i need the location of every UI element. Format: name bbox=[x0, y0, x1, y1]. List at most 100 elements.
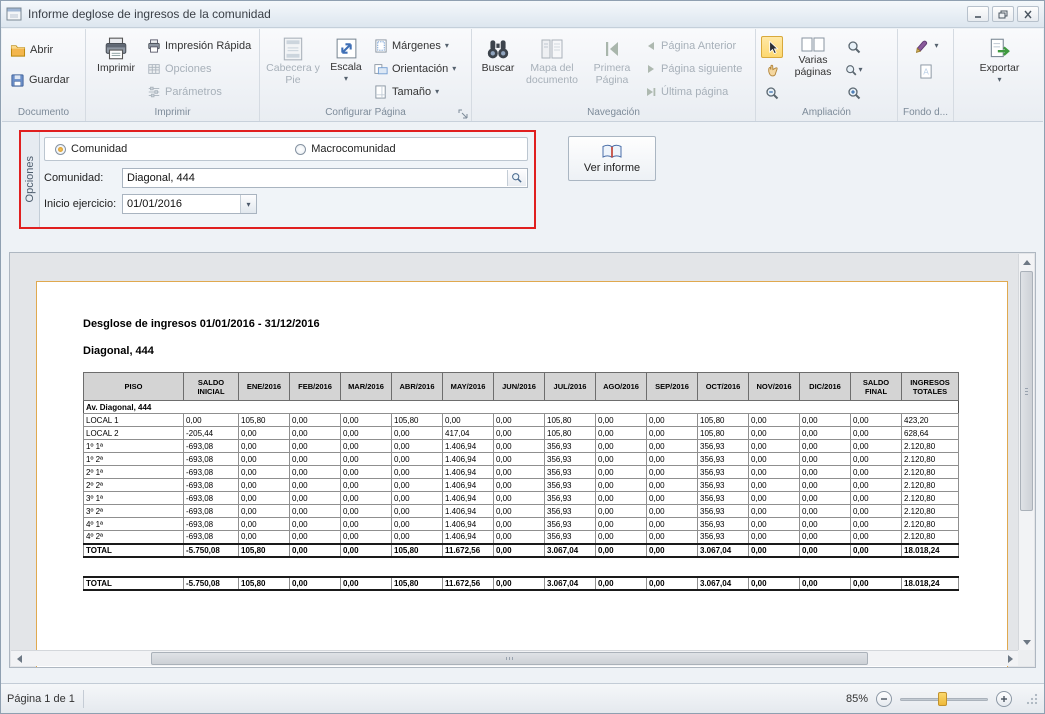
report-cell: 0,00 bbox=[494, 531, 545, 544]
report-cell: 356,93 bbox=[545, 453, 596, 466]
comunidad-lookup-button[interactable] bbox=[507, 170, 526, 186]
scroll-right-button[interactable] bbox=[1002, 651, 1018, 667]
orientation-button[interactable]: Orientación ▾ bbox=[371, 59, 459, 79]
report-cell: 11.672,56 bbox=[443, 544, 494, 557]
combobox-dropdown-button[interactable]: ▾ bbox=[240, 195, 256, 213]
minimize-button[interactable] bbox=[967, 6, 989, 22]
zoom-tool-button[interactable] bbox=[843, 36, 865, 58]
restore-button[interactable] bbox=[992, 6, 1014, 22]
zoom-out-button[interactable] bbox=[761, 82, 783, 104]
scroll-left-button[interactable] bbox=[11, 651, 27, 667]
previous-page-button[interactable]: Página Anterior bbox=[642, 36, 745, 56]
report-row: 3º 2ª-693,080,000,000,000,001.406,940,00… bbox=[84, 505, 959, 518]
report-cell: 356,93 bbox=[545, 466, 596, 479]
zoom-in-button-statusbar[interactable] bbox=[996, 691, 1012, 707]
comunidad-input[interactable]: Diagonal, 444 bbox=[122, 168, 528, 188]
vertical-scroll-thumb[interactable] bbox=[1020, 271, 1033, 511]
report-cell: 0,00 bbox=[647, 531, 698, 544]
ver-informe-button[interactable]: Ver informe bbox=[568, 136, 656, 181]
report-cell: 0,00 bbox=[800, 518, 851, 531]
report-cell: 0,00 bbox=[647, 414, 698, 427]
zoom-in-button[interactable] bbox=[843, 82, 865, 104]
report-cell: SEP/2016 bbox=[647, 373, 698, 401]
report-cell: 0,00 bbox=[647, 577, 698, 590]
report-cell: 0,00 bbox=[749, 427, 800, 440]
horizontal-scroll-thumb[interactable] bbox=[151, 652, 868, 665]
radio-selected-icon bbox=[55, 144, 66, 155]
quick-print-button[interactable]: Impresión Rápida bbox=[144, 36, 254, 56]
page-background-button[interactable]: ▾ bbox=[911, 36, 941, 56]
quick-print-icon bbox=[147, 39, 161, 53]
report-cell: 0,00 bbox=[239, 505, 290, 518]
binoculars-icon bbox=[485, 36, 511, 62]
multiple-pages-button[interactable]: Varias páginas bbox=[785, 33, 841, 79]
report-cell: 356,93 bbox=[698, 518, 749, 531]
last-page-button[interactable]: Última página bbox=[642, 82, 745, 102]
options-tab[interactable]: Opciones bbox=[21, 132, 40, 227]
inicio-ejercicio-combobox[interactable]: 01/01/2016 ▾ bbox=[122, 194, 257, 214]
scroll-up-button[interactable] bbox=[1019, 254, 1035, 270]
orientation-label: Orientación bbox=[392, 63, 448, 75]
zoom-slider-thumb[interactable] bbox=[938, 692, 947, 706]
report-cell: 105,80 bbox=[239, 414, 290, 427]
report-cell: 356,93 bbox=[698, 466, 749, 479]
report-cell: 0,00 bbox=[596, 518, 647, 531]
report-row: 2º 2ª-693,080,000,000,000,001.406,940,00… bbox=[84, 479, 959, 492]
report-cell: 1.406,94 bbox=[443, 531, 494, 544]
report-cell: 0,00 bbox=[290, 544, 341, 557]
report-cell: 0,00 bbox=[596, 577, 647, 590]
header-footer-button[interactable]: Cabecera y Pie bbox=[265, 33, 321, 87]
report-cell: 0,00 bbox=[800, 466, 851, 479]
minimize-icon bbox=[973, 10, 983, 19]
margins-button[interactable]: Márgenes ▾ bbox=[371, 36, 459, 56]
size-button[interactable]: Tamaño ▾ bbox=[371, 82, 459, 102]
last-page-label: Última página bbox=[661, 86, 728, 98]
horizontal-scrollbar[interactable] bbox=[11, 650, 1018, 666]
scroll-down-button[interactable] bbox=[1019, 634, 1035, 650]
report-cell: 0,00 bbox=[851, 440, 902, 453]
resize-grip[interactable] bbox=[1026, 693, 1038, 705]
report-cell: TOTAL bbox=[84, 544, 184, 557]
report-cell: 356,93 bbox=[698, 492, 749, 505]
close-button[interactable] bbox=[1017, 6, 1039, 22]
scrollbar-corner bbox=[1018, 650, 1034, 666]
report-cell: 0,00 bbox=[800, 577, 851, 590]
zoom-slider[interactable] bbox=[900, 691, 988, 707]
first-page-button[interactable]: Primera Página bbox=[585, 33, 639, 87]
radio-macrocomunidad[interactable]: Macrocomunidad bbox=[295, 143, 395, 155]
print-options-button[interactable]: Opciones bbox=[144, 59, 254, 79]
scale-button[interactable]: Escala ▾ bbox=[324, 33, 368, 84]
parameters-button[interactable]: Parámetros bbox=[144, 82, 254, 102]
group-label-exportar bbox=[954, 106, 1043, 121]
zoom-dropdown-button[interactable]: ▾ bbox=[843, 59, 865, 81]
report-cell: 0,00 bbox=[341, 577, 392, 590]
hand-tool-button[interactable] bbox=[761, 59, 783, 81]
document-map-button[interactable]: Mapa del documento bbox=[522, 33, 582, 87]
next-page-button[interactable]: Página siguiente bbox=[642, 59, 745, 79]
document-map-icon bbox=[540, 36, 564, 62]
page-size-icon bbox=[374, 85, 388, 99]
report-cell: -693,08 bbox=[184, 531, 239, 544]
report-cell: 0,00 bbox=[494, 466, 545, 479]
export-button[interactable]: Exportar ▾ bbox=[969, 33, 1031, 85]
report-cell: 11.672,56 bbox=[443, 577, 494, 590]
mouse-pointer-button[interactable] bbox=[761, 36, 783, 58]
radio-comunidad[interactable]: Comunidad bbox=[55, 143, 127, 155]
report-cell: 0,00 bbox=[341, 479, 392, 492]
dialog-launcher-icon[interactable] bbox=[458, 109, 468, 119]
zoom-out-button-statusbar[interactable] bbox=[876, 691, 892, 707]
report-cell: 0,00 bbox=[647, 453, 698, 466]
save-label: Guardar bbox=[29, 74, 69, 86]
report-cell: 0,00 bbox=[392, 518, 443, 531]
app-icon bbox=[6, 6, 22, 22]
open-button[interactable]: Abrir bbox=[7, 40, 72, 60]
ribbon-group-imprimir: Imprimir Impresión Rápida Opciones Parám… bbox=[86, 29, 260, 121]
search-button[interactable]: Buscar bbox=[477, 33, 519, 76]
title-bar[interactable]: Informe deglose de ingresos de la comuni… bbox=[1, 1, 1044, 28]
watermark-button[interactable]: A bbox=[917, 62, 935, 80]
report-cell: 1º 2ª bbox=[84, 453, 184, 466]
print-button[interactable]: Imprimir bbox=[91, 33, 141, 76]
vertical-scrollbar[interactable] bbox=[1018, 254, 1034, 650]
report-cell: 0,00 bbox=[341, 440, 392, 453]
save-button[interactable]: Guardar bbox=[7, 70, 72, 90]
